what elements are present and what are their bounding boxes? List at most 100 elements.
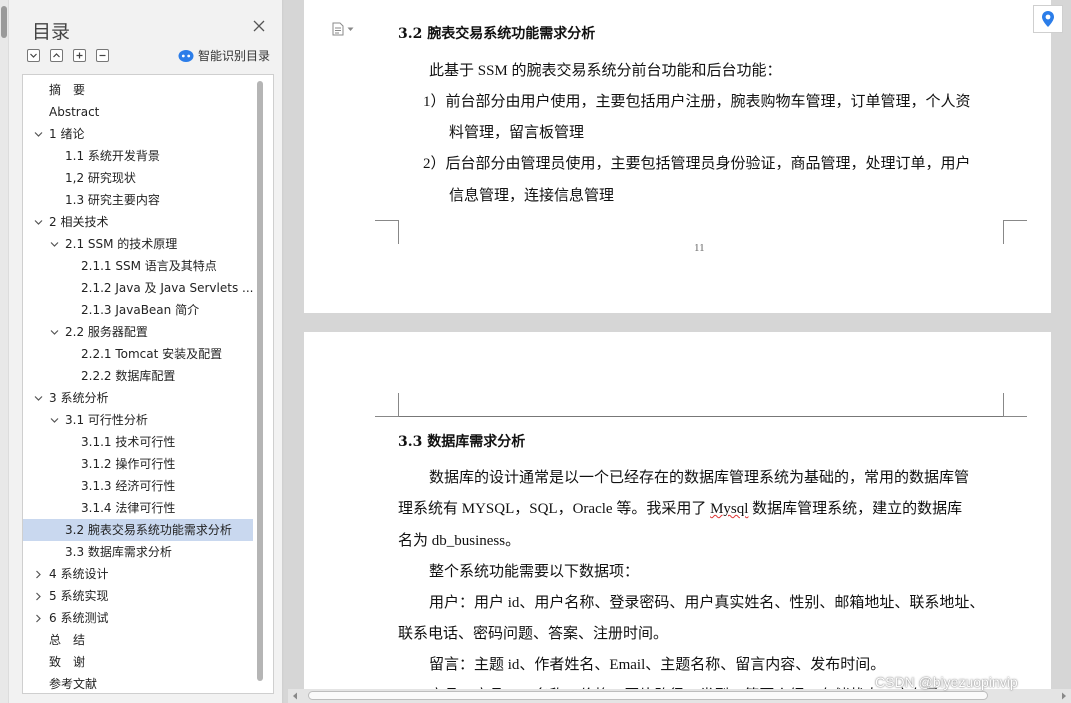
toc-item[interactable]: 2.2.1 Tomcat 安装及配置 xyxy=(23,343,253,365)
chevron-down-icon xyxy=(347,27,354,31)
location-pin-button[interactable] xyxy=(1033,5,1063,33)
toc-item-label: 1,2 研究现状 xyxy=(65,171,136,185)
toc-item-label: 3.1 可行性分析 xyxy=(65,413,148,427)
close-icon[interactable] xyxy=(251,18,267,34)
toc-item-label: 1 绪论 xyxy=(49,127,85,141)
toc-item[interactable]: 2.1 SSM 的技术原理 xyxy=(23,233,253,255)
horizontal-scrollbar[interactable] xyxy=(288,689,1071,703)
document-page: 3.2 腕表交易系统功能需求分析 此基于 SSM 的腕表交易系统分前台功能和后台… xyxy=(304,0,1051,313)
toc-item[interactable]: 3.3 数据库需求分析 xyxy=(23,541,253,563)
toc-title: 目录 xyxy=(32,21,71,43)
chevron-down-icon[interactable] xyxy=(34,394,43,403)
toc-item[interactable]: 1.1 系统开发背景 xyxy=(23,145,253,167)
toc-item[interactable]: 3.2 腕表交易系统功能需求分析 xyxy=(23,519,253,541)
toc-item-label: 总 结 xyxy=(49,633,86,647)
remove-heading-button[interactable] xyxy=(96,49,109,62)
toc-item[interactable]: 1 绪论 xyxy=(23,123,253,145)
toc-item[interactable]: 1.3 研究主要内容 xyxy=(23,189,253,211)
toc-item-label: 2 相关技术 xyxy=(49,215,109,229)
toc-scrollbar[interactable] xyxy=(256,81,264,681)
toc-item-label: 6 系统测试 xyxy=(49,611,109,625)
toc-item[interactable]: 6 系统测试 xyxy=(23,607,253,629)
paragraph-text: 留言：主题 id、作者姓名、Email、主题名称、留言内容、发布时间。 xyxy=(429,657,886,673)
toc-item[interactable]: 3.1.2 操作可行性 xyxy=(23,453,253,475)
toc-item-label: 3 系统分析 xyxy=(49,391,109,405)
toc-item-label: 摘 要 xyxy=(49,83,86,97)
chevron-down-icon[interactable] xyxy=(34,218,43,227)
paragraph-text: 料管理，留言板管理 xyxy=(449,125,585,141)
chevron-right-icon[interactable] xyxy=(34,614,43,623)
smart-toc-button[interactable]: 智能识别目录 xyxy=(178,47,270,64)
paragraph-text: 2）后台部分由管理员使用，主要包括管理员身份验证，商品管理，处理订单，用户 xyxy=(423,156,971,172)
collapse-all-button[interactable] xyxy=(27,49,40,62)
toc-list: 摘 要 Abstract 1 绪论 1.1 系统开发背景 1,2 研究现状 1.3 研究主… xyxy=(23,79,253,693)
text-run: 数据库管理系统，建立的数据库 xyxy=(748,501,963,517)
chevron-down-icon[interactable] xyxy=(50,240,59,249)
section-heading: 3.2 腕表交易系统功能需求分析 xyxy=(398,26,596,42)
toc-item[interactable]: 参考文献 xyxy=(23,673,253,693)
toc-item[interactable]: 2 相关技术 xyxy=(23,211,253,233)
toc-item[interactable]: 致 谢 xyxy=(23,651,253,673)
toc-item-label: Abstract xyxy=(49,105,100,119)
document-icon xyxy=(332,22,344,36)
spellcheck-word: Mysql xyxy=(710,501,749,517)
toc-item-label: 3.2 腕表交易系统功能需求分析 xyxy=(65,523,232,537)
toc-item[interactable]: 3.1.4 法律可行性 xyxy=(23,497,253,519)
toc-item[interactable]: 3.1.1 技术可行性 xyxy=(23,431,253,453)
toc-item-label: 5 系统实现 xyxy=(49,589,109,603)
toc-item[interactable]: 1,2 研究现状 xyxy=(23,167,253,189)
page-number: 11 xyxy=(694,242,705,254)
header-line xyxy=(399,416,1003,417)
toc-item[interactable]: 3.1 可行性分析 xyxy=(23,409,253,431)
paragraph-text: 数据库的设计通常是以一个已经存在的数据库管理系统为基础的，常用的数据库管 xyxy=(429,470,970,486)
paragraph-text: 整个系统功能需要以下数据项： xyxy=(429,564,640,580)
chevron-right-icon[interactable] xyxy=(34,570,43,579)
scrollbar-thumb[interactable] xyxy=(308,691,988,700)
toc-item-label: 3.1.2 操作可行性 xyxy=(81,457,176,471)
paragraph-text: 用户：用户 id、用户名称、登录密码、用户真实姓名、性别、邮箱地址、联系地址、 xyxy=(429,595,985,611)
toc-item[interactable]: 总 结 xyxy=(23,629,253,651)
location-pin-icon xyxy=(1042,11,1054,27)
document-area: 3.2 腕表交易系统功能需求分析 此基于 SSM 的腕表交易系统分前台功能和后台… xyxy=(284,0,1071,703)
toc-item[interactable]: 2.2 服务器配置 xyxy=(23,321,253,343)
scroll-right-icon[interactable] xyxy=(1061,692,1067,700)
paragraph-text: 此基于 SSM 的腕表交易系统分前台功能和后台功能： xyxy=(429,63,782,79)
pane-scrollbar[interactable] xyxy=(0,0,9,703)
toc-item-label: 2.2 服务器配置 xyxy=(65,325,148,339)
toc-item-label: 3.1.1 技术可行性 xyxy=(81,435,176,449)
toc-item[interactable]: 2.1.1 SSM 语言及其特点 xyxy=(23,255,253,277)
scroll-left-icon[interactable] xyxy=(292,692,298,700)
toc-item-label: 2.1.3 JavaBean 简介 xyxy=(81,303,200,317)
document-page: 3.3 数据库需求分析 数据库的设计通常是以一个已经存在的数据库管理系统为基础的… xyxy=(304,332,1051,703)
toc-item-label: 2.1.2 Java 及 Java Servlets ... xyxy=(81,281,253,295)
toc-item[interactable]: 2.2.2 数据库配置 xyxy=(23,365,253,387)
toc-item[interactable]: 5 系统实现 xyxy=(23,585,253,607)
toc-item[interactable]: 2.1.2 Java 及 Java Servlets ... xyxy=(23,277,253,299)
toc-list-box: 摘 要 Abstract 1 绪论 1.1 系统开发背景 1,2 研究现状 1.3 研究主… xyxy=(22,74,274,694)
toc-item-label: 3.1.4 法律可行性 xyxy=(81,501,176,515)
expand-up-button[interactable] xyxy=(50,49,63,62)
paragraph-text: 理系统有 MYSQL，SQL，Oracle 等。我采用了 Mysql 数据库管理… xyxy=(398,497,962,518)
toc-item-label: 2.2.2 数据库配置 xyxy=(81,369,176,383)
text-run: 理系统有 MYSQL，SQL，Oracle 等。我采用了 xyxy=(398,501,711,517)
chevron-down-icon[interactable] xyxy=(50,328,59,337)
smart-toc-label: 智能识别目录 xyxy=(198,49,271,63)
section-heading: 3.3 数据库需求分析 xyxy=(398,434,526,450)
paragraph-text: 联系电话、密码问题、答案、注册时间。 xyxy=(398,626,669,642)
watermark: CSDN @biyezuopinvip xyxy=(875,674,1018,690)
toc-item[interactable]: 3.1.3 经济可行性 xyxy=(23,475,253,497)
toc-item[interactable]: 3 系统分析 xyxy=(23,387,253,409)
toc-item[interactable]: 4 系统设计 xyxy=(23,563,253,585)
toc-item[interactable]: Abstract xyxy=(23,101,253,123)
paragraph-menu-button[interactable] xyxy=(332,22,354,36)
toc-item[interactable]: 摘 要 xyxy=(23,79,253,101)
chevron-down-icon[interactable] xyxy=(34,130,43,139)
toc-item-label: 致 谢 xyxy=(49,655,86,669)
add-heading-button[interactable] xyxy=(73,49,86,62)
chevron-right-icon[interactable] xyxy=(34,592,43,601)
crop-mark xyxy=(1003,220,1027,244)
toc-item[interactable]: 2.1.3 JavaBean 简介 xyxy=(23,299,253,321)
chevron-down-icon[interactable] xyxy=(50,416,59,425)
smart-robot-icon xyxy=(178,49,194,62)
crop-mark xyxy=(1003,393,1027,417)
